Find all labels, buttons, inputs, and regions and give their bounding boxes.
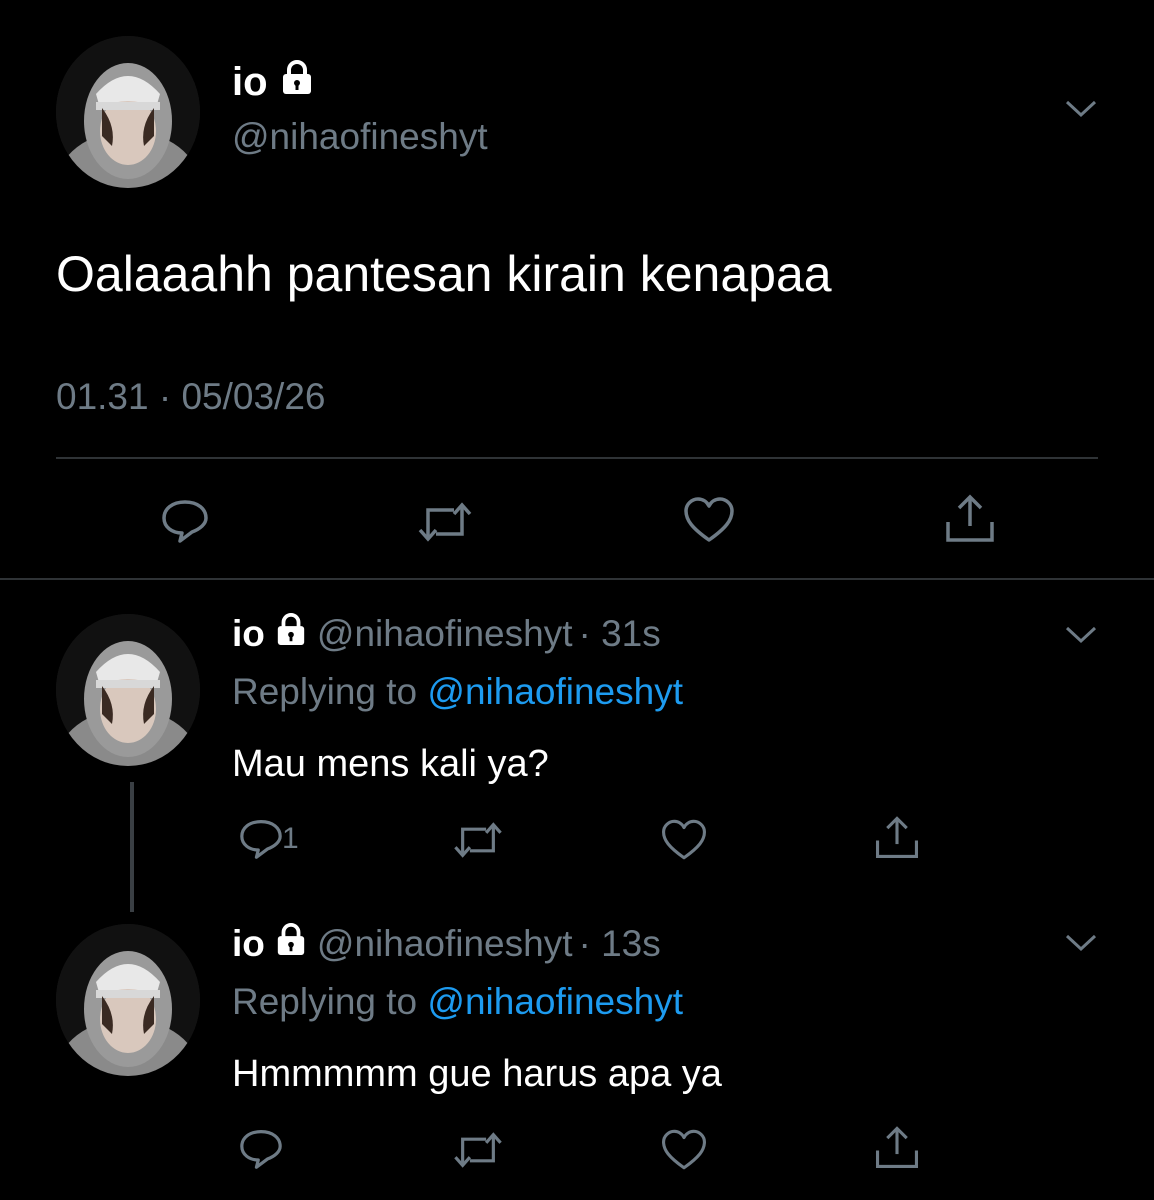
retweet-button[interactable] bbox=[450, 1130, 506, 1170]
handle[interactable]: @nihaofineshyt bbox=[317, 610, 573, 658]
lock-icon bbox=[275, 920, 307, 968]
reply-button[interactable] bbox=[160, 498, 210, 544]
reply-text: Mau mens kali ya? bbox=[232, 743, 549, 785]
replying-label: Replying to bbox=[232, 981, 418, 1022]
retweet-button[interactable] bbox=[450, 820, 506, 860]
avatar[interactable] bbox=[56, 36, 200, 188]
tweet-text: Oalaaahh pantesan kirain kenapaa bbox=[56, 246, 832, 302]
reply-text: Hmmmmm gue harus apa ya bbox=[232, 1053, 722, 1095]
reply-button[interactable] bbox=[238, 1128, 284, 1170]
relative-time: · 13s bbox=[578, 923, 661, 964]
divider bbox=[0, 578, 1154, 580]
avatar[interactable] bbox=[56, 924, 200, 1076]
share-button[interactable] bbox=[944, 492, 996, 544]
share-button[interactable] bbox=[874, 814, 920, 860]
thread-line bbox=[130, 782, 134, 912]
like-button[interactable] bbox=[660, 818, 708, 862]
display-name[interactable]: io bbox=[232, 920, 265, 968]
reply-button[interactable]: 1 bbox=[238, 818, 299, 860]
like-button[interactable] bbox=[682, 496, 736, 544]
handle[interactable]: @nihaofineshyt bbox=[317, 920, 573, 968]
like-button[interactable] bbox=[660, 1128, 708, 1172]
lock-icon bbox=[280, 58, 314, 106]
chevron-down-icon[interactable] bbox=[1064, 624, 1098, 646]
chevron-down-icon[interactable] bbox=[1064, 98, 1098, 120]
lock-icon bbox=[275, 610, 307, 658]
relative-time: · 31s bbox=[578, 613, 661, 654]
divider bbox=[56, 457, 1098, 459]
share-button[interactable] bbox=[874, 1124, 920, 1170]
handle[interactable]: @nihaofineshyt bbox=[232, 114, 488, 160]
replying-handle-link[interactable]: @nihaofineshyt bbox=[427, 671, 683, 712]
replying-label: Replying to bbox=[232, 671, 418, 712]
avatar[interactable] bbox=[56, 614, 200, 766]
chevron-down-icon[interactable] bbox=[1064, 932, 1098, 954]
retweet-button[interactable] bbox=[414, 500, 476, 544]
display-name[interactable]: io bbox=[232, 58, 268, 106]
replying-handle-link[interactable]: @nihaofineshyt bbox=[427, 981, 683, 1022]
display-name[interactable]: io bbox=[232, 610, 265, 658]
reply-count: 1 bbox=[282, 822, 299, 855]
timestamp: 01.31 · 05/03/26 bbox=[56, 376, 326, 417]
